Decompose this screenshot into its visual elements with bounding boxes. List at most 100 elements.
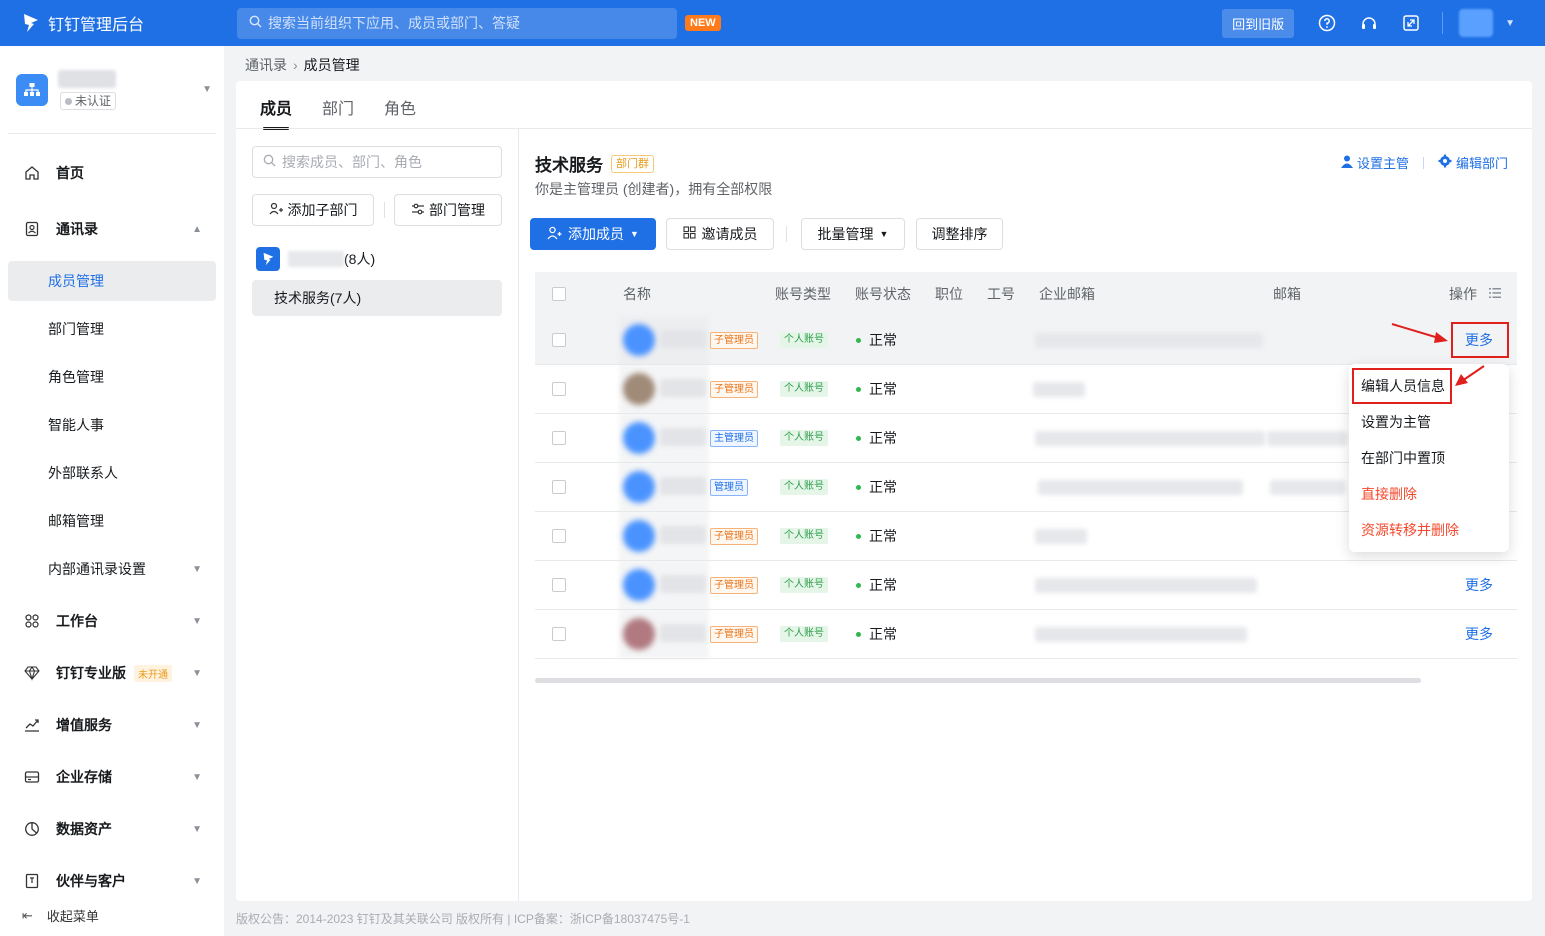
sidebar-item-external-contacts[interactable]: 外部联系人 — [8, 453, 216, 493]
dept-tree-item-selected[interactable]: 技术服务(7人) — [252, 280, 502, 316]
sidebar-item-dept-management[interactable]: 部门管理 — [8, 309, 216, 349]
panel-divider — [518, 129, 519, 901]
sidebar-item-partners[interactable]: 伙伴与客户 ▼ — [8, 861, 216, 901]
status-text: 正常 — [869, 577, 897, 593]
status-text: 正常 — [869, 430, 897, 446]
table-row[interactable]: 子管理员 个人账号 正常 更多 — [535, 561, 1517, 610]
sidebar-item-mailbox-management[interactable]: 邮箱管理 — [8, 501, 216, 541]
row-checkbox[interactable] — [552, 431, 566, 445]
dept-subtitle: 你是主管理员 (创建者)，拥有全部权限 — [535, 181, 773, 197]
gear-icon — [1438, 154, 1452, 171]
column-header-account-type[interactable]: 账号类型 — [775, 272, 831, 316]
chevron-up-icon: ▲ — [192, 223, 202, 235]
menu-item-transfer-and-delete[interactable]: 资源转移并删除 — [1349, 512, 1509, 548]
dept-title: 技术服务 部门群 — [535, 151, 654, 176]
annotation-highlight-more — [1451, 322, 1509, 358]
account-status: 正常 — [856, 316, 897, 365]
select-all-checkbox[interactable] — [552, 287, 566, 301]
chevron-down-icon[interactable]: ▼ — [202, 84, 212, 95]
dept-group-badge[interactable]: 部门群 — [611, 154, 654, 173]
help-icon[interactable] — [1316, 12, 1338, 34]
column-header-email[interactable]: 邮箱 — [1273, 272, 1301, 316]
email-blurred — [1270, 480, 1345, 495]
sidebar-divider — [8, 133, 216, 134]
row-checkbox[interactable] — [552, 529, 566, 543]
more-actions-button[interactable]: 更多 — [1465, 610, 1493, 659]
user-icon — [1340, 155, 1353, 171]
role-badge: 主管理员 — [710, 430, 758, 447]
email-blurred — [1033, 382, 1085, 397]
breadcrumb-parent[interactable]: 通讯录 — [245, 55, 287, 75]
chevron-down-icon: ▼ — [192, 875, 202, 887]
dept-actions: 设置主管 编辑部门 — [1340, 153, 1508, 172]
tab-roles[interactable]: 角色 — [384, 95, 416, 127]
horizontal-scrollbar[interactable] — [535, 678, 1421, 683]
row-checkbox[interactable] — [552, 382, 566, 396]
menu-item-set-manager[interactable]: 设置为主管 — [1349, 404, 1509, 440]
column-header-position[interactable]: 职位 — [935, 272, 963, 316]
column-header-enterprise-email[interactable]: 企业邮箱 — [1039, 272, 1095, 316]
column-header-name[interactable]: 名称 — [623, 272, 651, 316]
table-row[interactable]: 子管理员 个人账号 正常 更多 — [535, 316, 1517, 365]
sidebar-item-role-management[interactable]: 角色管理 — [8, 357, 216, 397]
member-name-blurred — [660, 624, 706, 642]
dept-manage-button[interactable]: 部门管理 — [394, 194, 502, 226]
dept-search-input[interactable]: 搜索成员、部门、角色 — [252, 146, 502, 178]
org-icon — [16, 74, 48, 106]
column-settings-icon[interactable] — [1489, 272, 1501, 316]
account-type-badge: 个人账号 — [780, 528, 828, 544]
org-switcher[interactable]: 未认证 ▼ — [16, 70, 216, 130]
add-member-button[interactable]: 添加成员 ▼ — [530, 218, 656, 250]
more-actions-button[interactable]: 更多 — [1465, 561, 1493, 610]
set-manager-link[interactable]: 设置主管 — [1340, 153, 1409, 172]
member-name-blurred — [660, 428, 706, 446]
fullscreen-icon[interactable] — [1400, 12, 1422, 34]
sidebar-item-smart-hr[interactable]: 智能人事 — [8, 405, 216, 445]
table-header: 名称 账号类型 账号状态 职位 工号 企业邮箱 邮箱 操作 — [535, 272, 1517, 316]
sidebar-item-home[interactable]: 首页 — [8, 153, 216, 193]
column-header-account-status[interactable]: 账号状态 — [855, 272, 911, 316]
collapse-icon: ⇤ — [22, 907, 33, 923]
menu-item-pin-to-top[interactable]: 在部门中置顶 — [1349, 440, 1509, 476]
dept-tree-root[interactable]: (8人) — [256, 247, 375, 271]
sidebar-item-data-assets[interactable]: 数据资产 ▼ — [8, 809, 216, 849]
old-version-button[interactable]: 回到旧版 — [1222, 8, 1295, 38]
tab-departments[interactable]: 部门 — [322, 95, 354, 127]
collapse-menu-button[interactable]: ⇤ 收起菜单 — [22, 906, 99, 925]
account-status: 正常 — [856, 414, 897, 463]
sidebar-item-storage[interactable]: 企业存储 ▼ — [8, 757, 216, 797]
tab-bar: 成员 部门 角色 — [260, 95, 446, 130]
menu-item-delete[interactable]: 直接删除 — [1349, 476, 1509, 512]
search-icon — [263, 154, 276, 170]
tab-members[interactable]: 成员 — [260, 95, 292, 130]
avatar — [623, 373, 655, 405]
row-checkbox[interactable] — [552, 333, 566, 347]
global-search-input[interactable]: 搜索当前组织下应用、成员或部门、答疑 — [237, 7, 677, 39]
diamond-icon — [22, 665, 42, 681]
trend-icon — [22, 717, 42, 733]
sidebar-item-member-management[interactable]: 成员管理 — [8, 261, 216, 301]
row-checkbox[interactable] — [552, 480, 566, 494]
email-blurred — [1038, 480, 1243, 495]
member-name-blurred — [660, 379, 706, 397]
adjust-sort-button[interactable]: 调整排序 — [916, 218, 1003, 250]
column-header-employee-id[interactable]: 工号 — [987, 272, 1015, 316]
sidebar-item-contacts-settings[interactable]: 内部通讯录设置 ▼ — [8, 549, 216, 589]
chevron-down-icon[interactable]: ▼ — [1505, 18, 1515, 29]
row-checkbox[interactable] — [552, 627, 566, 641]
sidebar-item-workbench[interactable]: 工作台 ▼ — [8, 601, 216, 641]
add-sub-dept-button[interactable]: 添加子部门 — [252, 194, 374, 226]
row-checkbox[interactable] — [552, 578, 566, 592]
edit-dept-link[interactable]: 编辑部门 — [1438, 153, 1508, 172]
table-row[interactable]: 子管理员 个人账号 正常 更多 — [535, 610, 1517, 659]
sidebar-item-value-added[interactable]: 增值服务 ▼ — [8, 705, 216, 745]
app-logo[interactable]: 钉钉管理后台 — [22, 11, 237, 35]
headset-icon[interactable] — [1358, 12, 1380, 34]
annotation-highlight-edit — [1352, 368, 1452, 404]
sidebar-item-pro-edition[interactable]: 钉钉专业版 未开通 ▼ — [8, 653, 216, 693]
user-avatar[interactable] — [1459, 9, 1494, 37]
batch-manage-button[interactable]: 批量管理 ▼ — [801, 218, 905, 250]
topbar-divider — [1442, 12, 1444, 34]
sidebar-item-contacts[interactable]: 通讯录 ▲ — [8, 209, 216, 249]
invite-member-button[interactable]: 邀请成员 — [666, 218, 774, 250]
